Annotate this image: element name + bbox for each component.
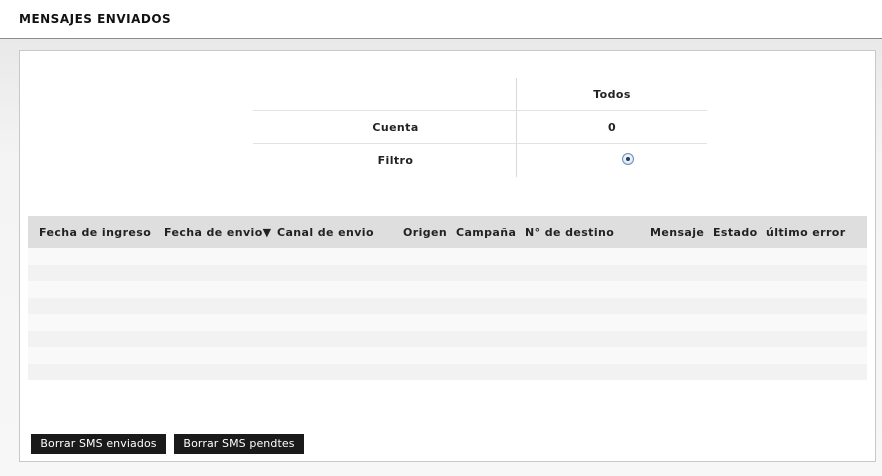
column-header-ultimo-error[interactable]: último error <box>766 226 846 239</box>
table-row <box>28 248 867 265</box>
table-row <box>28 330 867 347</box>
column-header-numero-destino[interactable]: N° de destino <box>525 226 614 239</box>
column-header-canal-envio[interactable]: Canal de envio <box>277 226 374 239</box>
summary-header-row: Todos <box>253 78 707 111</box>
summary-value-cuenta: 0 <box>607 121 617 134</box>
summary-column-header: Todos <box>593 88 631 101</box>
delete-pending-sms-button[interactable]: Borrar SMS pendtes <box>174 434 304 454</box>
column-header-fecha-envio[interactable]: Fecha de envio▼ <box>164 226 272 239</box>
top-bar: MENSAJES ENVIADOS <box>0 0 882 39</box>
messages-table-header: Fecha de ingreso Fecha de envio▼ Canal d… <box>28 216 867 248</box>
filter-radio-button[interactable] <box>622 153 634 165</box>
column-header-estado[interactable]: Estado <box>713 226 758 239</box>
page-title: MENSAJES ENVIADOS <box>19 12 172 26</box>
column-header-fecha-ingreso[interactable]: Fecha de ingreso <box>39 226 151 239</box>
column-header-origen[interactable]: Origen <box>403 226 447 239</box>
column-header-campana[interactable]: Campaña <box>456 226 516 239</box>
table-row <box>28 363 867 380</box>
column-header-mensaje[interactable]: Mensaje <box>650 226 704 239</box>
summary-label-filtro: Filtro <box>377 154 414 167</box>
delete-sent-sms-button[interactable]: Borrar SMS enviados <box>31 434 166 454</box>
summary-table: Todos Cuenta 0 Filtro <box>253 78 707 177</box>
summary-label-cuenta: Cuenta <box>372 121 419 134</box>
table-row <box>28 297 867 314</box>
table-row <box>28 281 867 298</box>
summary-row-cuenta: Cuenta 0 <box>253 111 707 144</box>
messages-table-body <box>28 248 867 380</box>
table-row <box>28 347 867 364</box>
table-row <box>28 314 867 331</box>
summary-row-filtro: Filtro <box>253 144 707 177</box>
radio-selected-dot <box>626 157 630 161</box>
table-row <box>28 264 867 281</box>
